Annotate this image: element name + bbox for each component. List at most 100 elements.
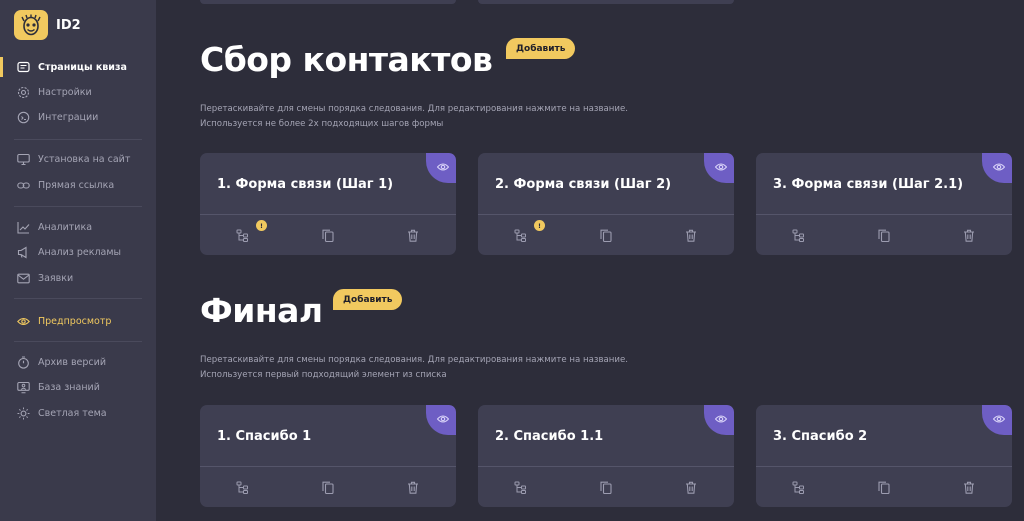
trash-icon[interactable] [406, 480, 420, 494]
add-final-button[interactable]: Добавить [333, 289, 403, 310]
copy-icon[interactable] [877, 480, 891, 494]
previous-card-partial [200, 0, 456, 4]
card-title[interactable]: 3. Спасибо 2 [773, 429, 867, 444]
copy-icon[interactable] [321, 228, 335, 242]
copy-icon[interactable] [877, 228, 891, 242]
link-icon [17, 179, 30, 192]
copy-icon[interactable] [599, 480, 613, 494]
card-header[interactable]: 2. Спасибо 1.1 [478, 405, 734, 467]
sidebar-item-label: Предпросмотр [38, 315, 112, 327]
puzzle-icon [17, 111, 30, 124]
sidebar-item-preview[interactable]: Предпросмотр [0, 311, 156, 331]
sidebar-item-label: Настройки [38, 86, 92, 98]
branching-icon[interactable] [235, 480, 249, 494]
card-actions [478, 468, 734, 507]
card-header[interactable]: 1. Форма связи (Шаг 1) [200, 153, 456, 215]
branching-icon[interactable] [235, 228, 249, 242]
sidebar-item-quiz-pages[interactable]: Страницы квиза [0, 57, 156, 77]
card-actions [200, 468, 456, 507]
branching-icon[interactable] [791, 480, 805, 494]
visibility-toggle[interactable] [426, 405, 456, 435]
sidebar-item-integrations[interactable]: Интеграции [0, 107, 156, 127]
screen-person-icon [17, 381, 30, 394]
section-hint: Используется первый подходящий элемент и… [200, 370, 447, 380]
sidebar: ID2 Страницы квиза Настройки Интеграции [0, 0, 156, 521]
logo[interactable]: ID2 [14, 10, 81, 40]
card-title[interactable]: 1. Форма связи (Шаг 1) [217, 177, 393, 192]
card-actions: ! [200, 216, 456, 255]
card-title[interactable]: 1. Спасибо 1 [217, 429, 311, 444]
logo-mark-icon [14, 10, 48, 40]
sidebar-item-version-archive[interactable]: Архив версий [0, 352, 156, 372]
divider [14, 139, 142, 140]
branching-icon[interactable] [791, 228, 805, 242]
eye-icon [17, 315, 30, 328]
section-title-final: Финал [200, 291, 323, 330]
eye-icon [436, 157, 449, 176]
trash-icon[interactable] [684, 480, 698, 494]
card-header[interactable]: 3. Спасибо 2 [756, 405, 1012, 467]
eye-icon [992, 409, 1005, 428]
sidebar-item-install[interactable]: Установка на сайт [0, 149, 156, 169]
card-actions: ! [478, 216, 734, 255]
add-contacts-button[interactable]: Добавить [506, 38, 576, 59]
card-title[interactable]: 2. Форма связи (Шаг 2) [495, 177, 671, 192]
trash-icon[interactable] [406, 228, 420, 242]
visibility-toggle[interactable] [704, 405, 734, 435]
pages-icon [17, 61, 30, 74]
sidebar-item-settings[interactable]: Настройки [0, 82, 156, 102]
active-indicator [0, 57, 3, 77]
trash-icon[interactable] [962, 480, 976, 494]
card-actions [756, 216, 1012, 255]
sidebar-item-label: Анализ рекламы [38, 246, 122, 258]
eye-icon [714, 157, 727, 176]
card-header[interactable]: 2. Форма связи (Шаг 2) [478, 153, 734, 215]
final-card[interactable]: 3. Спасибо 2 [756, 405, 1012, 507]
card-title[interactable]: 3. Форма связи (Шаг 2.1) [773, 177, 963, 192]
card-title[interactable]: 2. Спасибо 1.1 [495, 429, 603, 444]
section-title-contacts: Сбор контактов [200, 40, 493, 79]
visibility-toggle[interactable] [982, 153, 1012, 183]
app-name: ID2 [56, 17, 81, 33]
sidebar-item-direct-link[interactable]: Прямая ссылка [0, 175, 156, 195]
step-card[interactable]: 2. Форма связи (Шаг 2) ! [478, 153, 734, 255]
final-card[interactable]: 2. Спасибо 1.1 [478, 405, 734, 507]
sidebar-item-label: База знаний [38, 381, 100, 393]
final-card[interactable]: 1. Спасибо 1 [200, 405, 456, 507]
visibility-toggle[interactable] [704, 153, 734, 183]
card-header[interactable]: 3. Форма связи (Шаг 2.1) [756, 153, 1012, 215]
card-header[interactable]: 1. Спасибо 1 [200, 405, 456, 467]
sidebar-item-knowledge-base[interactable]: База знаний [0, 377, 156, 397]
branching-icon[interactable] [513, 228, 527, 242]
eye-icon [992, 157, 1005, 176]
step-card[interactable]: 3. Форма связи (Шаг 2.1) [756, 153, 1012, 255]
sidebar-item-ads-analysis[interactable]: Анализ рекламы [0, 242, 156, 262]
megaphone-icon [17, 246, 30, 259]
gear-icon [17, 86, 30, 99]
sidebar-item-analytics[interactable]: Аналитика [0, 217, 156, 237]
trash-icon[interactable] [684, 228, 698, 242]
previous-card-partial [478, 0, 734, 4]
sidebar-item-label: Аналитика [38, 221, 93, 233]
stopwatch-icon [17, 355, 30, 369]
divider [14, 298, 142, 299]
trash-icon[interactable] [962, 228, 976, 242]
sun-icon [17, 407, 30, 420]
mail-icon [17, 272, 30, 285]
visibility-toggle[interactable] [982, 405, 1012, 435]
sidebar-item-label: Светлая тема [38, 407, 107, 419]
sidebar-item-label: Установка на сайт [38, 153, 131, 165]
sidebar-item-light-theme[interactable]: Светлая тема [0, 403, 156, 423]
branching-icon[interactable] [513, 480, 527, 494]
monitor-icon [17, 153, 30, 166]
divider [14, 206, 142, 207]
copy-icon[interactable] [599, 228, 613, 242]
step-card[interactable]: 1. Форма связи (Шаг 1) ! [200, 153, 456, 255]
sidebar-item-label: Прямая ссылка [38, 179, 115, 191]
sidebar-item-label: Интеграции [38, 111, 99, 123]
warning-badge: ! [256, 220, 267, 231]
sidebar-item-requests[interactable]: Заявки [0, 268, 156, 288]
visibility-toggle[interactable] [426, 153, 456, 183]
chart-line-icon [17, 221, 30, 234]
copy-icon[interactable] [321, 480, 335, 494]
